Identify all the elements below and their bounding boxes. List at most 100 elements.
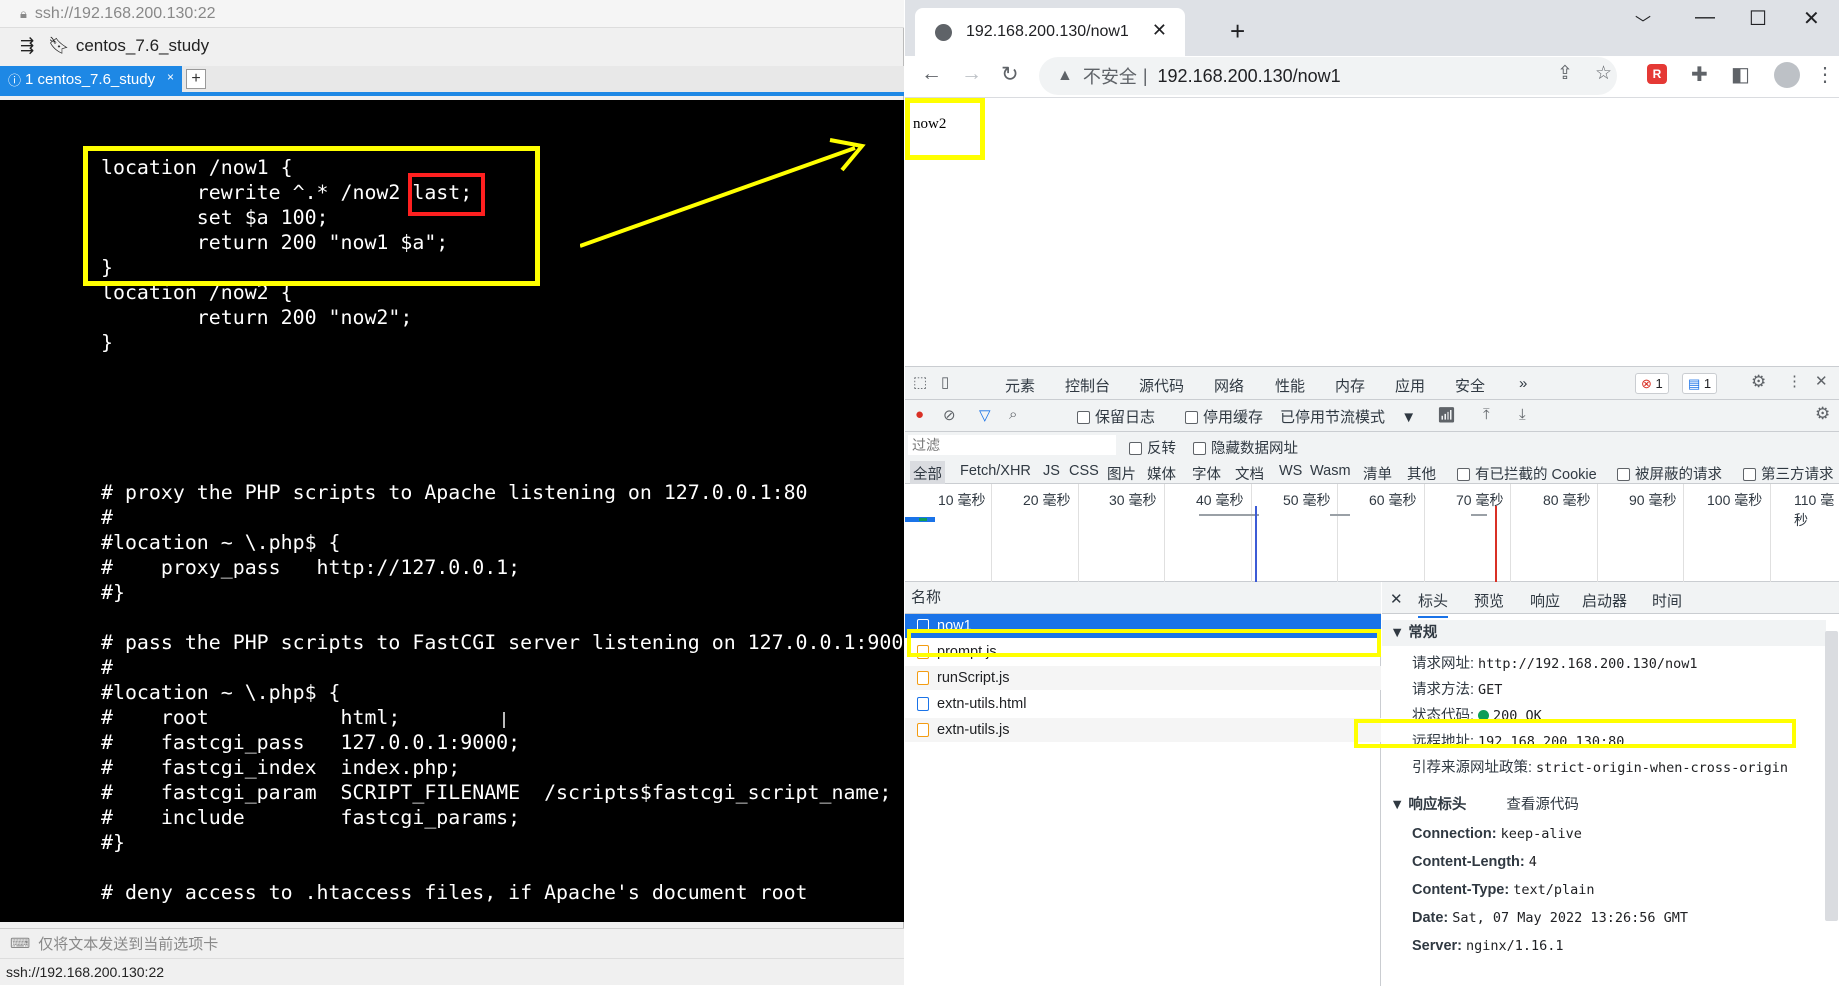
device-toolbar-icon[interactable]: ▯ <box>941 373 949 391</box>
third-party-checkbox[interactable]: 第三方请求 <box>1743 463 1834 484</box>
filter-js[interactable]: JS <box>1043 463 1060 479</box>
clear-icon[interactable]: ⊘ <box>943 406 956 424</box>
blocked-requests-checkbox[interactable]: 被屏蔽的请求 <box>1617 463 1722 484</box>
tab-console[interactable]: 控制台 <box>1065 375 1110 396</box>
tab-application[interactable]: 应用 <box>1395 375 1425 396</box>
annotation-highlight-status <box>1354 719 1796 748</box>
filter-doc[interactable]: 文档 <box>1235 463 1264 484</box>
tab-response[interactable]: 响应 <box>1530 590 1560 611</box>
tab-network[interactable]: 网络 <box>1214 375 1245 403</box>
filter-font[interactable]: 字体 <box>1192 463 1221 484</box>
share-icon[interactable]: ⇪ <box>1557 62 1573 85</box>
error-badge[interactable]: ⊗ 1 <box>1635 373 1669 394</box>
hide-data-urls-checkbox[interactable]: 隐藏数据网址 <box>1193 437 1298 458</box>
tab-elements[interactable]: 元素 <box>1005 375 1035 396</box>
network-timeline[interactable]: 10 毫秒 20 毫秒 30 毫秒 40 毫秒 50 毫秒 60 毫秒 70 毫… <box>905 484 1839 582</box>
add-tab-button[interactable]: + <box>186 69 206 89</box>
close-icon[interactable]: ✕ <box>1815 372 1828 390</box>
more-tabs[interactable]: » <box>1519 375 1527 392</box>
message-icon: ▤ <box>1688 376 1701 391</box>
reconnect-icon[interactable]: ⇶ <box>20 36 34 56</box>
close-icon[interactable]: ✕ <box>1390 590 1403 608</box>
error-count: 1 <box>1655 376 1663 391</box>
tab-timing[interactable]: 时间 <box>1652 590 1682 611</box>
timeline-grid <box>1510 484 1511 582</box>
search-icon[interactable]: ⌕ <box>1009 406 1017 423</box>
filter-all[interactable]: 全部 <box>910 461 945 486</box>
send-text-bar[interactable]: ⌨ 仅将文本发送到当前选项卡 <box>0 928 904 958</box>
view-source-link[interactable]: 查看源代码 <box>1506 797 1579 813</box>
request-row[interactable]: runScript.js <box>905 666 1381 690</box>
puzzle-icon[interactable]: ✚ <box>1691 62 1708 87</box>
filter-other[interactable]: 其他 <box>1407 463 1436 484</box>
maximize-icon[interactable]: ☐ <box>1749 6 1767 31</box>
throttling-select[interactable]: 已停用节流模式 ▼ <box>1280 406 1416 427</box>
chevron-down-icon[interactable]: ﹀ <box>1635 10 1651 34</box>
network-toolbar: ● ⊘ ▽ ⌕ 保留日志 停用缓存 已停用节流模式 ▼ 📶︎ ⤒ ⤓ ⚙ <box>905 400 1839 432</box>
request-url-key: 请求网址: <box>1412 656 1475 672</box>
wifi-icon[interactable]: 📶︎ <box>1437 406 1456 424</box>
text-cursor <box>503 712 505 728</box>
disable-cache-checkbox[interactable]: 停用缓存 <box>1185 406 1263 427</box>
general-section-header[interactable]: ▼ 常规 <box>1382 620 1826 646</box>
response-headers-section[interactable]: ▼ 响应标头 查看源代码 <box>1382 792 1826 818</box>
inspect-icon[interactable]: ⬚ <box>913 373 927 391</box>
bookmark-label[interactable]: centos_7.6_study <box>76 36 209 56</box>
extension-icon[interactable]: R <box>1647 64 1667 84</box>
forward-icon[interactable]: → <box>961 62 982 86</box>
more-icon[interactable]: ⋮ <box>1787 372 1802 390</box>
reload-icon[interactable]: ↻ <box>1001 62 1019 87</box>
address-bar[interactable]: ▲ 不安全 | 192.168.200.130/now1 <box>1039 57 1617 95</box>
filter-input[interactable]: 过滤 <box>908 435 1116 455</box>
tab-headers[interactable]: 标头 <box>1418 590 1449 618</box>
preserve-log-checkbox[interactable]: 保留日志 <box>1077 406 1155 427</box>
download-icon[interactable]: ⤓ <box>1519 406 1526 423</box>
tab-performance[interactable]: 性能 <box>1275 375 1305 396</box>
request-row[interactable]: extn-utils.js <box>905 718 1381 742</box>
close-window-icon[interactable]: ✕ <box>1803 6 1820 31</box>
avatar[interactable] <box>1774 62 1800 88</box>
close-icon[interactable]: ✕ <box>1152 20 1167 41</box>
dropdown-icon: ▼ <box>1401 409 1417 426</box>
message-badge[interactable]: ▤ 1 <box>1682 373 1718 394</box>
request-row[interactable]: extn-utils.html <box>905 692 1381 716</box>
annotation-arrow <box>580 138 866 248</box>
star-icon[interactable]: ☆ <box>1595 62 1612 85</box>
filter-icon[interactable]: ▽ <box>979 406 991 424</box>
more-icon[interactable]: ⋮ <box>1815 62 1835 87</box>
tab-memory[interactable]: 内存 <box>1335 375 1365 396</box>
filter-img[interactable]: 图片 <box>1107 463 1136 484</box>
upload-icon[interactable]: ⤒ <box>1483 406 1490 423</box>
tab-initiator[interactable]: 启动器 <box>1582 590 1627 611</box>
hide-data-urls-label: 隐藏数据网址 <box>1211 441 1298 457</box>
record-icon[interactable]: ● <box>915 406 924 423</box>
timeline-label: 90 毫秒 <box>1629 492 1677 508</box>
tab-sources[interactable]: 源代码 <box>1139 375 1184 396</box>
document-icon <box>917 697 929 711</box>
details-scrollbar[interactable] <box>1825 631 1838 921</box>
timeline-label: 40 毫秒 <box>1196 492 1244 508</box>
gear-icon[interactable]: ⚙ <box>1815 404 1830 424</box>
side-panel-icon[interactable]: ◧ <box>1731 62 1750 87</box>
name-column-header[interactable]: 名称 <box>905 582 1381 614</box>
back-icon[interactable]: ← <box>921 62 942 86</box>
gear-icon[interactable]: ⚙ <box>1751 372 1766 392</box>
third-party-label: 第三方请求 <box>1761 467 1834 483</box>
keyboard-icon: ⌨ <box>10 935 31 951</box>
browser-tab[interactable]: 192.168.200.130/now1 ✕ <box>915 8 1185 56</box>
minimize-icon[interactable]: — <box>1695 6 1715 29</box>
ssh-session-tab[interactable]: ⓘ 1 centos_7.6_study × <box>0 66 182 92</box>
timeline-grid <box>1251 484 1252 582</box>
blocked-cookies-checkbox[interactable]: 有已拦截的 Cookie <box>1457 463 1597 484</box>
tab-security[interactable]: 安全 <box>1455 375 1485 396</box>
filter-css[interactable]: CSS <box>1069 463 1099 479</box>
tab-preview[interactable]: 预览 <box>1474 590 1504 611</box>
new-tab-icon[interactable]: + <box>1230 16 1245 47</box>
filter-manifest[interactable]: 清单 <box>1363 463 1392 484</box>
filter-media[interactable]: 媒体 <box>1147 463 1176 484</box>
filter-wasm[interactable]: Wasm <box>1310 463 1351 479</box>
close-icon[interactable]: × <box>167 70 174 84</box>
invert-checkbox[interactable]: 反转 <box>1129 437 1176 458</box>
filter-fetch-xhr[interactable]: Fetch/XHR <box>960 463 1031 479</box>
filter-ws[interactable]: WS <box>1279 463 1302 479</box>
